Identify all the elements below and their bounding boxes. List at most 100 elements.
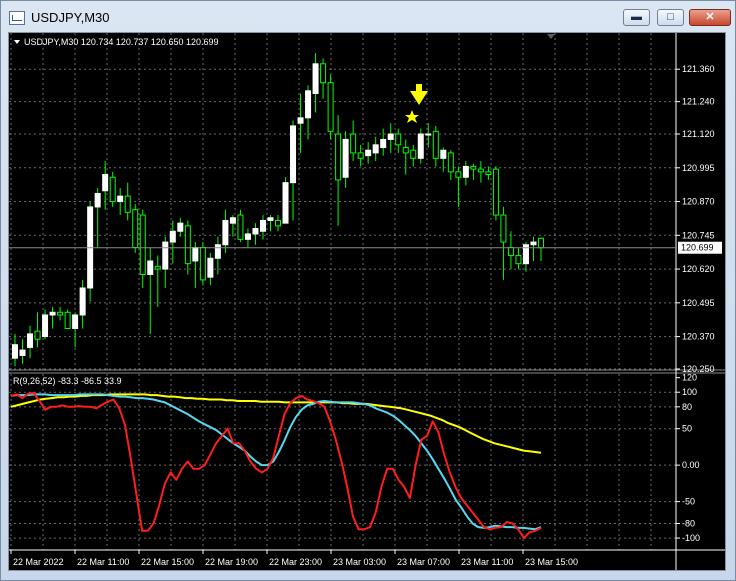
indicator-tick-label: 50 bbox=[682, 424, 692, 434]
candle-body[interactable] bbox=[199, 246, 206, 281]
candle-body[interactable] bbox=[320, 63, 327, 84]
candle-body[interactable] bbox=[267, 217, 274, 221]
close-button[interactable]: ✕ bbox=[689, 9, 731, 26]
candle-body[interactable] bbox=[500, 214, 507, 243]
candle-body[interactable] bbox=[507, 246, 514, 257]
candle-body[interactable] bbox=[387, 133, 394, 140]
maximize-button[interactable]: □ bbox=[657, 9, 684, 26]
candle-body[interactable] bbox=[259, 219, 266, 232]
price-tick-label: 121.120 bbox=[682, 129, 715, 139]
candle-body[interactable] bbox=[94, 192, 101, 208]
time-tick-label: 22 Mar 23:00 bbox=[269, 557, 322, 567]
candle-body[interactable] bbox=[365, 149, 372, 157]
candle-body[interactable] bbox=[410, 149, 417, 159]
candle-body[interactable] bbox=[169, 230, 176, 243]
price-tick-label: 120.495 bbox=[682, 298, 715, 308]
window-title: USDJPY,M30 bbox=[31, 10, 110, 25]
candle-body[interactable] bbox=[327, 82, 334, 132]
candle-body[interactable] bbox=[357, 152, 364, 159]
indicator-tick-label: -50 bbox=[682, 497, 695, 507]
candle-body[interactable] bbox=[530, 241, 537, 246]
indicator-tick-label: 100 bbox=[682, 387, 697, 397]
candle-body[interactable] bbox=[290, 125, 297, 184]
candle-body[interactable] bbox=[109, 176, 116, 203]
candle-body[interactable] bbox=[470, 165, 477, 170]
time-tick-label: 22 Mar 11:00 bbox=[77, 557, 129, 567]
price-tick-label: 121.240 bbox=[682, 97, 715, 107]
candle-body[interactable] bbox=[335, 133, 342, 181]
time-tick-label: 23 Mar 15:00 bbox=[525, 557, 578, 567]
candle-body[interactable] bbox=[380, 138, 387, 149]
candle-body[interactable] bbox=[395, 133, 402, 146]
price-panel-header: USDJPY,M30 120.734 120.737 120.650 120.6… bbox=[24, 37, 219, 47]
candle-body[interactable] bbox=[222, 219, 229, 246]
candle-body[interactable] bbox=[455, 171, 462, 178]
candle-body[interactable] bbox=[447, 152, 454, 173]
indicator-tick-label: -80 bbox=[682, 518, 695, 528]
candle-body[interactable] bbox=[402, 147, 409, 154]
candle-body[interactable] bbox=[237, 214, 244, 240]
candle-body[interactable] bbox=[79, 287, 86, 316]
candle-body[interactable] bbox=[462, 165, 469, 178]
indicator-tick-label: 80 bbox=[682, 402, 692, 412]
candle-body[interactable] bbox=[229, 217, 236, 224]
indicator-tick-label: -100 bbox=[682, 533, 700, 543]
time-tick-label: 22 Mar 2022 bbox=[13, 557, 64, 567]
candle-body[interactable] bbox=[207, 257, 214, 278]
candle-body[interactable] bbox=[485, 171, 492, 176]
candle-body[interactable] bbox=[432, 130, 439, 159]
candle-body[interactable] bbox=[34, 330, 41, 340]
candle-body[interactable] bbox=[147, 260, 154, 275]
candle-body[interactable] bbox=[440, 149, 447, 159]
chart-area[interactable]: 120.699 USDJPY,M30 120.734 120.737 120.6… bbox=[8, 32, 726, 571]
time-tick-label: 23 Mar 11:00 bbox=[461, 557, 513, 567]
time-tick-label: 22 Mar 15:00 bbox=[141, 557, 194, 567]
price-tick-label: 121.360 bbox=[682, 64, 715, 74]
candle-body[interactable] bbox=[132, 209, 139, 248]
candle-body[interactable] bbox=[162, 241, 169, 270]
minimize-button[interactable]: ▬ bbox=[623, 9, 650, 26]
candle-body[interactable] bbox=[184, 225, 191, 265]
candle-body[interactable] bbox=[282, 182, 289, 224]
price-tick-label: 120.745 bbox=[682, 230, 715, 240]
candle-body[interactable] bbox=[252, 228, 259, 235]
candle-body[interactable] bbox=[102, 174, 109, 192]
candle-body[interactable] bbox=[214, 244, 221, 259]
candle-body[interactable] bbox=[275, 219, 281, 227]
candle-body[interactable] bbox=[27, 333, 34, 348]
candle-body[interactable] bbox=[117, 195, 124, 203]
candle-body[interactable] bbox=[312, 63, 319, 95]
candle-body[interactable] bbox=[244, 233, 251, 240]
candle-body[interactable] bbox=[139, 214, 146, 275]
candle-body[interactable] bbox=[64, 311, 71, 329]
candle-body[interactable] bbox=[12, 344, 18, 359]
candle-body[interactable] bbox=[492, 168, 499, 216]
candle-body[interactable] bbox=[192, 246, 199, 262]
candle-body[interactable] bbox=[425, 133, 432, 136]
candle-body[interactable] bbox=[477, 168, 484, 173]
candle-body[interactable] bbox=[372, 144, 379, 154]
time-tick-label: 23 Mar 03:00 bbox=[333, 557, 386, 567]
candle-body[interactable] bbox=[154, 265, 161, 270]
candle-body[interactable] bbox=[124, 195, 131, 213]
svg-text:120.699: 120.699 bbox=[681, 243, 714, 253]
candle-body[interactable] bbox=[49, 311, 56, 316]
candle-body[interactable] bbox=[305, 90, 312, 119]
candle-body[interactable] bbox=[57, 311, 64, 316]
candle-body[interactable] bbox=[72, 314, 79, 329]
price-tick-label: 120.870 bbox=[682, 197, 715, 207]
candle-body[interactable] bbox=[297, 117, 304, 124]
candle-body[interactable] bbox=[538, 237, 544, 249]
candle-body[interactable] bbox=[177, 222, 184, 232]
candle-body[interactable] bbox=[417, 133, 424, 159]
candle-body[interactable] bbox=[342, 138, 349, 178]
candle-body[interactable] bbox=[19, 349, 26, 356]
chart-svg[interactable]: 120.699 USDJPY,M30 120.734 120.737 120.6… bbox=[9, 33, 725, 570]
candle-body[interactable] bbox=[515, 255, 522, 265]
indicator-tick-label: 0.00 bbox=[682, 460, 700, 470]
candle-body[interactable] bbox=[42, 314, 49, 338]
current-price-label: 120.699 bbox=[678, 241, 722, 254]
title-bar[interactable]: USDJPY,M30 ▬ □ ✕ bbox=[1, 1, 735, 33]
candle-body[interactable] bbox=[350, 133, 357, 154]
time-tick-label: 22 Mar 19:00 bbox=[205, 557, 258, 567]
